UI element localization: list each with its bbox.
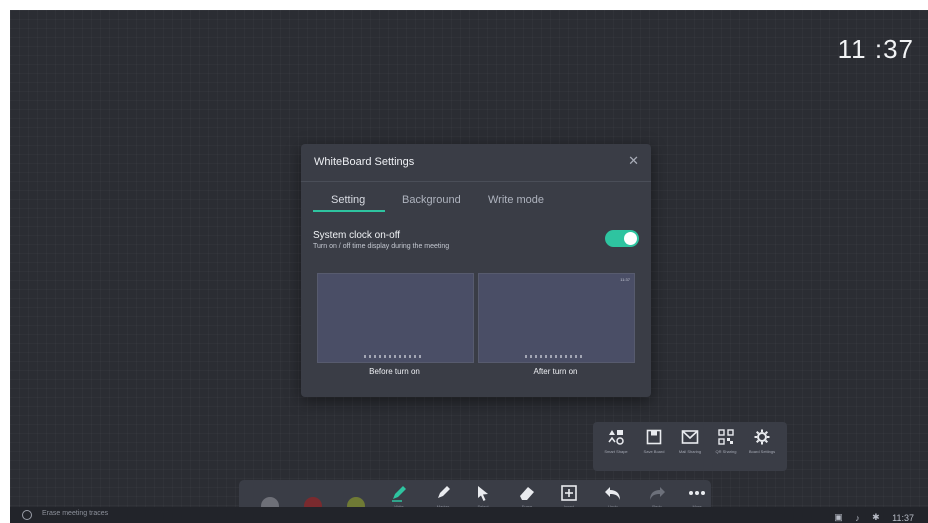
pointer-icon [478,486,488,501]
option-description: Turn on / off time display during the me… [313,243,450,250]
preview-toolbar-dots [364,355,424,358]
whiteboard-canvas[interactable]: 11 :37 WhiteBoard Settings ✕ Setting Bac… [10,10,928,523]
preview-before [317,273,474,363]
dialog-title: WhiteBoard Settings [314,156,415,168]
microphone-icon[interactable]: ♪ [855,513,860,523]
preview-toolbar-dots [525,355,585,358]
tab-setting[interactable]: Setting [331,194,365,206]
popup-label: Mail Sharing [678,449,702,454]
preview-after: 11:37 [478,273,635,363]
settings-icon[interactable]: ✱ [872,512,880,523]
undo-icon [605,487,620,500]
tab-write-mode[interactable]: Write mode [488,194,544,206]
toggle-knob [624,232,637,245]
smart-shape-icon [608,430,624,445]
preview-mini-clock: 11:37 [620,277,630,282]
whiteboard-settings-dialog: WhiteBoard Settings ✕ Setting Background… [301,144,651,397]
marker-icon [438,486,450,498]
gear-icon [754,429,770,445]
eraser-icon [520,487,534,500]
more-icon [689,491,705,495]
system-tray: ▣ ♪ ✱ 11:37 [826,509,914,523]
save-icon [646,429,662,445]
option-title: System clock on-off [313,230,401,241]
image-icon[interactable]: ▣ [834,512,843,523]
popup-label: Smart Shape [604,449,628,454]
divider [301,181,651,182]
system-clock-toggle[interactable] [605,230,639,247]
tab-background[interactable]: Background [402,194,461,206]
redo-icon [650,487,665,500]
popup-label: Save Board [643,449,665,454]
save-board-button[interactable]: Save Board [639,429,669,454]
popup-label: Board Settings [748,449,776,454]
check-circle-icon[interactable] [22,510,32,520]
pen-icon [392,486,406,502]
board-settings-button[interactable]: Board Settings [747,429,777,454]
qr-sharing-button[interactable]: QR Sharing [711,429,741,454]
smart-shape-button[interactable]: Smart Shape [601,429,631,454]
qr-code-icon [718,429,734,445]
more-popup: Smart Shape Save Board Mail Sharing QR S… [593,422,787,471]
status-bar: Erase meeting traces ▣ ♪ ✱ 11:37 [10,507,928,523]
mail-sharing-button[interactable]: Mail Sharing [675,429,705,454]
close-icon[interactable]: ✕ [628,153,639,169]
popup-label: QR Sharing [715,449,737,454]
preview-after-label: After turn on [533,367,578,376]
tray-clock: 11:37 [892,512,914,523]
system-clock: 11 :37 [837,34,914,64]
erase-meeting-traces[interactable]: Erase meeting traces [42,510,108,517]
preview-before-label: Before turn on [369,367,420,376]
mail-icon [681,430,699,444]
active-tab-indicator [313,210,385,212]
insert-icon [561,485,577,501]
